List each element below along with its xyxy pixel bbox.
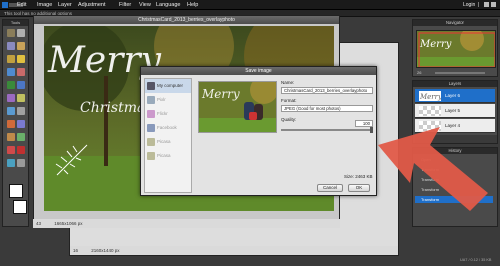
pixlr-icon — [147, 96, 155, 104]
destination-picasa[interactable]: Picasa — [145, 135, 191, 149]
drawing-tool-icon[interactable] — [7, 107, 15, 115]
facebook-icon — [147, 124, 155, 132]
close-icon[interactable] — [491, 2, 496, 7]
navigator-zoom-slider[interactable] — [435, 72, 485, 74]
menu-help[interactable]: Help — [187, 2, 198, 8]
lasso-tool-icon[interactable] — [17, 42, 25, 50]
menu-language[interactable]: Language — [156, 2, 180, 8]
blur-tool-icon[interactable] — [17, 107, 25, 115]
marquee-tool-icon[interactable] — [7, 42, 15, 50]
ok-button[interactable]: OK — [348, 184, 370, 192]
bloat-tool-icon[interactable] — [17, 159, 25, 167]
pencil-tool-icon[interactable] — [17, 55, 25, 63]
menu-bar: Edit Image Layer Adjustment Filter View … — [0, 0, 500, 10]
cancel-button[interactable]: Cancel — [317, 184, 343, 192]
redeye-tool-icon[interactable] — [17, 146, 25, 154]
dodge-tool-icon[interactable] — [17, 133, 25, 141]
flickr-icon — [147, 110, 155, 118]
fullscreen-icon[interactable] — [484, 2, 489, 7]
destination-my-computer[interactable]: My computer — [145, 79, 191, 93]
menu-adjustment[interactable]: Adjustment — [78, 2, 106, 8]
clone-tool-icon[interactable] — [7, 94, 15, 102]
thumb-overlay-text: Merry — [201, 87, 240, 101]
burn-tool-icon[interactable] — [7, 146, 15, 154]
destination-pixlr[interactable]: Pixlr — [145, 93, 191, 107]
quality-label: Quality: — [281, 117, 297, 122]
name-label: Name: — [281, 80, 295, 85]
eraser-tool-icon[interactable] — [17, 68, 25, 76]
sponge-tool-icon[interactable] — [7, 133, 15, 141]
document-title: ChristmasCard_2013_berries_overlayphoto — [34, 16, 339, 24]
menu-separator: | — [478, 2, 480, 8]
destination-flickr[interactable]: Flickr — [145, 107, 191, 121]
background-color-swatch[interactable] — [13, 200, 27, 214]
format-label: Format: — [281, 98, 297, 103]
layers-title: Layers — [413, 81, 497, 87]
file-size-text: Size: 2463 KB — [344, 174, 373, 179]
move-tool-icon[interactable] — [17, 29, 25, 37]
footer-stats: UA7 / 0.12 / 35 KB — [460, 258, 492, 262]
spot-heal-tool-icon[interactable] — [7, 159, 15, 167]
annotation-arrow-icon — [370, 105, 495, 215]
navigator-panel: Navigator Merry 26 — [412, 19, 498, 77]
picasa-icon — [147, 138, 155, 146]
navigator-preview[interactable]: Merry — [416, 30, 496, 68]
save-image-dialog: Save image My computer Pixlr Flickr Face… — [140, 66, 377, 196]
layer-thumbnail-6: Merry — [419, 91, 443, 101]
menu-edit[interactable]: Edit — [17, 2, 26, 8]
bucket-tool-icon[interactable] — [7, 81, 15, 89]
save-preview-thumbnail: Merry — [198, 81, 277, 133]
document-size: 1665x1066 px — [54, 221, 83, 226]
dialog-title: Save image — [141, 67, 376, 75]
navigator-overlay-text: Merry — [419, 39, 452, 50]
destination-facebook[interactable]: Facebook — [145, 121, 191, 135]
computer-icon — [147, 82, 155, 90]
picasa-icon-2 — [147, 152, 155, 160]
layer-thumb-text: Merry — [419, 93, 441, 101]
destination-picasa-2[interactable]: Picasa — [145, 149, 191, 163]
quality-slider-track[interactable] — [281, 129, 373, 131]
tools-title: Tools — [3, 20, 28, 26]
wand-tool-icon[interactable] — [7, 55, 15, 63]
document-2-zoom[interactable]: 16 — [73, 248, 78, 253]
format-select[interactable]: JPEG (Good for most photos) — [281, 105, 373, 112]
crop-tool-icon[interactable] — [7, 29, 15, 37]
sharpen-tool-icon[interactable] — [7, 120, 15, 128]
gradient-tool-icon[interactable] — [17, 81, 25, 89]
name-input[interactable]: ChristmasCard_2013_berries_overlayphoto — [281, 87, 373, 94]
login-link[interactable]: Login — [463, 2, 475, 8]
menu-layer[interactable]: Layer — [58, 2, 72, 8]
menu-image[interactable]: Image — [37, 2, 52, 8]
menu-filter[interactable]: Filter — [119, 2, 131, 8]
navigator-title: Navigator — [413, 20, 497, 26]
layer-row-6[interactable]: Merry Layer 6 — [415, 89, 495, 103]
brush-tool-icon[interactable] — [7, 68, 15, 76]
document-2-status: 16 2160x1440 px — [70, 246, 398, 255]
save-destination-list: My computer Pixlr Flickr Facebook Picasa… — [144, 78, 192, 193]
color-replace-tool-icon[interactable] — [17, 94, 25, 102]
menu-view[interactable]: View — [139, 2, 151, 8]
smudge-tool-icon[interactable] — [17, 120, 25, 128]
layer-6-label: Layer 6 — [445, 93, 461, 98]
document-status-bar: 43 1665x1066 px — [33, 219, 340, 228]
document-2-size: 2160x1440 px — [91, 248, 120, 253]
overlay-holly-sprig — [52, 140, 92, 180]
tools-panel: Tools — [2, 19, 29, 227]
navigator-zoom[interactable]: 26 — [417, 70, 421, 75]
overlay-merry-text: Merry — [48, 40, 161, 81]
document-zoom[interactable]: 43 — [36, 221, 41, 226]
foreground-color-swatch[interactable] — [9, 184, 23, 198]
